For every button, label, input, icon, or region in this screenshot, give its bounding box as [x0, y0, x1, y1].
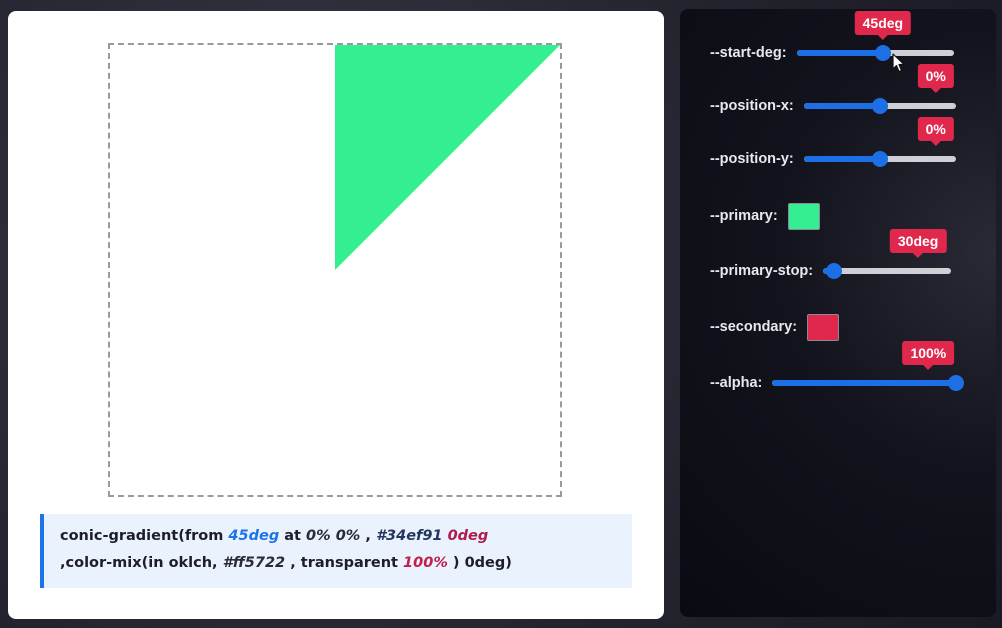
position-x-slider[interactable]: 0% — [803, 64, 956, 118]
code-text: , transparent — [285, 555, 404, 571]
primary-label: --primary: — [710, 208, 778, 224]
code-position-y: 0% — [335, 528, 361, 544]
secondary-label: --secondary: — [710, 319, 798, 335]
primary-stop-slider[interactable]: 30deg — [823, 229, 952, 283]
position-y-value-badge: 0% — [917, 117, 954, 146]
secondary-control: --secondary: — [710, 313, 840, 341]
start-deg-value-badge: 45deg — [854, 11, 912, 40]
slider-track — [772, 380, 957, 386]
primary-control: --primary: — [710, 202, 820, 230]
controls-panel: --start-deg: 45deg --position-x: 0% --po… — [680, 9, 996, 617]
code-primary-color: #34ef91 — [375, 528, 443, 544]
alpha-label: --alpha: — [710, 375, 763, 391]
position-x-control: --position-x: 0% — [710, 64, 956, 118]
position-y-label: --position-y: — [710, 151, 794, 167]
code-line-2: ,color-mix(in oklch, #ff5722 , transpare… — [60, 550, 632, 577]
css-code-output: conic-gradient(from 45deg at 0% 0% , #34… — [40, 514, 632, 588]
slider-track — [823, 268, 952, 274]
start-deg-control: --start-deg: 45deg — [710, 11, 954, 65]
position-x-label: --position-x: — [710, 98, 794, 114]
code-text: , — [360, 528, 376, 544]
alpha-value-badge: 100% — [902, 341, 955, 370]
code-alpha: 100% — [403, 555, 448, 571]
code-text: ) 0deg) — [447, 555, 512, 571]
code-start-deg: 45deg — [228, 528, 280, 544]
gradient-preview — [108, 43, 562, 497]
slider-thumb[interactable] — [948, 375, 965, 391]
code-text: at — [279, 528, 307, 544]
primary-color-picker[interactable] — [787, 202, 820, 230]
code-line-1: conic-gradient(from 45deg at 0% 0% , #34… — [60, 523, 632, 550]
slider-thumb[interactable] — [874, 45, 891, 61]
primary-stop-label: --primary-stop: — [710, 263, 814, 279]
slider-fill — [796, 50, 883, 56]
slider-thumb[interactable] — [825, 263, 842, 279]
primary-stop-control: --primary-stop: 30deg — [710, 229, 952, 283]
conic-gradient-shape — [335, 45, 560, 270]
slider-thumb[interactable] — [871, 151, 888, 167]
position-y-slider[interactable]: 0% — [803, 117, 956, 171]
secondary-color-picker[interactable] — [807, 313, 840, 341]
alpha-control: --alpha: 100% — [710, 341, 965, 395]
primary-color-wedge — [335, 45, 560, 270]
start-deg-slider[interactable]: 45deg — [796, 11, 954, 65]
position-y-control: --position-y: 0% — [710, 117, 956, 171]
position-x-value-badge: 0% — [917, 64, 954, 93]
slider-fill — [803, 156, 880, 162]
code-text: conic-gradient(from — [60, 528, 229, 544]
slider-thumb[interactable] — [871, 98, 888, 114]
slider-fill — [772, 380, 957, 386]
code-primary-stop: 0deg — [447, 528, 489, 544]
alpha-slider[interactable]: 100% — [772, 341, 965, 395]
slider-fill — [803, 103, 880, 109]
code-position-x: 0% — [306, 528, 331, 544]
code-text: ,color-mix(in oklch, — [60, 555, 223, 571]
pointer-cursor-icon — [892, 53, 905, 73]
start-deg-label: --start-deg: — [710, 45, 787, 61]
code-secondary-color: #ff5722 — [222, 555, 286, 571]
preview-card: conic-gradient(from 45deg at 0% 0% , #34… — [8, 11, 664, 619]
primary-stop-value-badge: 30deg — [889, 229, 947, 258]
